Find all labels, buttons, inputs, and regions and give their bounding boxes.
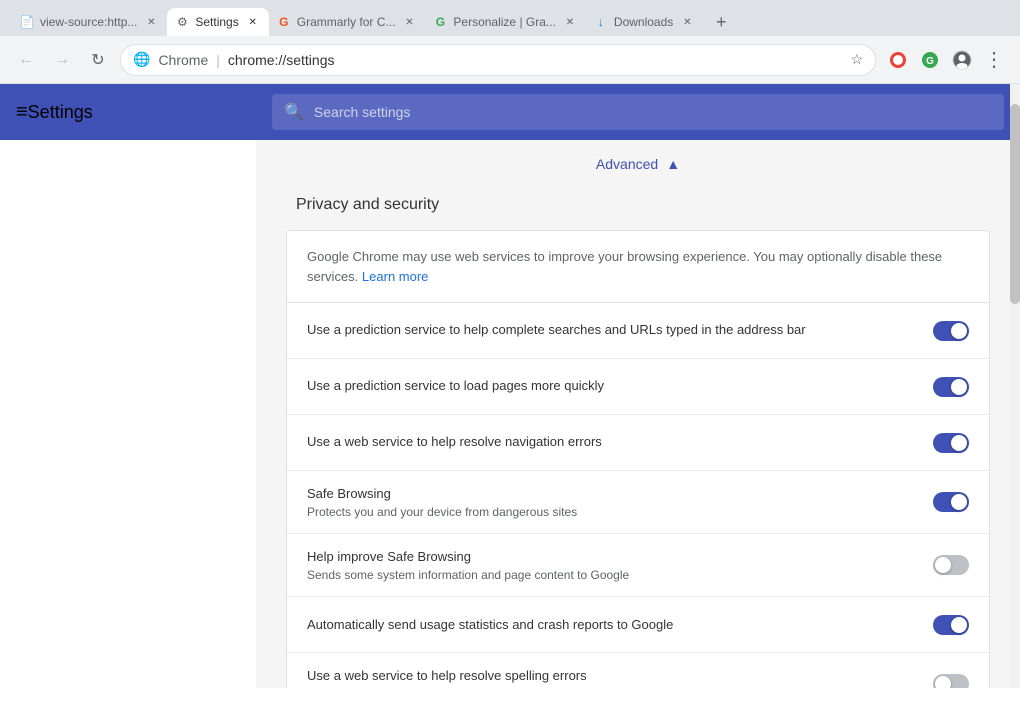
toggle-thumb-prediction-search	[951, 323, 967, 339]
main-content: 🔍 Advanced ▲ Privacy and security Google…	[256, 84, 1020, 688]
tab-favicon-downloads: ↓	[594, 15, 608, 29]
setting-text-spelling-errors: Use a web service to help resolve spelli…	[307, 667, 917, 688]
toggle-prediction-search[interactable]	[933, 321, 969, 341]
setting-label-prediction-pages: Use a prediction service to load pages m…	[307, 377, 917, 395]
toggle-help-safe-browsing[interactable]	[933, 555, 969, 575]
sidebar-title: Settings	[28, 102, 93, 123]
toggle-safe-browsing[interactable]	[933, 492, 969, 512]
setting-text-help-safe-browsing: Help improve Safe Browsing Sends some sy…	[307, 548, 917, 582]
site-info-icon: 🌐	[133, 51, 150, 68]
setting-row-prediction-search: Use a prediction service to help complet…	[287, 303, 989, 359]
setting-row-spelling-errors: Use a web service to help resolve spelli…	[287, 653, 989, 688]
tab-bar: 📄 view-source:http... ✕ ⚙ Settings ✕ G G…	[8, 0, 1012, 36]
search-icon: 🔍	[284, 102, 304, 122]
setting-row-help-safe-browsing: Help improve Safe Browsing Sends some sy…	[287, 534, 989, 597]
extension2-icon[interactable]: G	[916, 46, 944, 74]
address-bar: ← → ↻ 🌐 Chrome | chrome://settings ☆ G	[0, 36, 1020, 84]
svg-text:G: G	[926, 56, 934, 67]
title-bar: — □ ✕ 📄 view-source:http... ✕ ⚙ Settings…	[0, 0, 1020, 36]
setting-row-prediction-pages: Use a prediction service to load pages m…	[287, 359, 989, 415]
setting-text-nav-errors: Use a web service to help resolve naviga…	[307, 433, 917, 451]
url-text: chrome://settings	[228, 52, 843, 68]
tab-favicon-viewsource: 📄	[20, 15, 34, 29]
learn-more-link[interactable]: Learn more	[362, 269, 428, 284]
tab-close-downloads[interactable]: ✕	[679, 14, 695, 30]
toggle-thumb-prediction-pages	[951, 379, 967, 395]
tab-close-settings[interactable]: ✕	[245, 14, 261, 30]
tab-favicon-settings: ⚙	[175, 15, 189, 29]
setting-row-usage-stats: Automatically send usage statistics and …	[287, 597, 989, 653]
toggle-thumb-nav-errors	[951, 435, 967, 451]
toggle-thumb-spelling-errors	[935, 676, 951, 688]
star-icon[interactable]: ☆	[850, 51, 863, 68]
search-input[interactable]	[314, 104, 992, 120]
sidebar-header: ≡ Settings	[0, 84, 256, 140]
tab-downloads[interactable]: ↓ Downloads ✕	[586, 8, 703, 36]
setting-sublabel-safe-browsing: Protects you and your device from danger…	[307, 505, 917, 519]
tab-viewsource[interactable]: 📄 view-source:http... ✕	[12, 8, 167, 36]
setting-label-safe-browsing: Safe Browsing	[307, 485, 917, 503]
scrollbar-thumb[interactable]	[1010, 104, 1020, 304]
setting-label-usage-stats: Automatically send usage statistics and …	[307, 616, 917, 634]
advanced-label: Advanced	[596, 156, 658, 172]
tab-favicon-grammarly: G	[277, 15, 291, 29]
setting-sublabel-help-safe-browsing: Sends some system information and page c…	[307, 568, 917, 582]
tab-label-grammarly: Grammarly for C...	[297, 15, 396, 29]
address-input[interactable]: 🌐 Chrome | chrome://settings ☆	[120, 44, 876, 76]
toggle-spelling-errors[interactable]	[933, 674, 969, 688]
search-bar[interactable]: 🔍	[272, 94, 1004, 130]
privacy-settings-card: Google Chrome may use web services to im…	[286, 230, 990, 688]
settings-wrapper: ≡ Settings 🔍 Advanced ▲ Privacy and secu…	[0, 84, 1020, 688]
info-block: Google Chrome may use web services to im…	[287, 231, 989, 303]
toggle-thumb-safe-browsing	[951, 494, 967, 510]
toggle-thumb-help-safe-browsing	[935, 557, 951, 573]
tab-favicon-personalize: G	[433, 15, 447, 29]
browser-label: Chrome	[158, 52, 208, 68]
setting-row-nav-errors: Use a web service to help resolve naviga…	[287, 415, 989, 471]
forward-button[interactable]: →	[48, 46, 76, 74]
menu-icon[interactable]: ⋮	[980, 46, 1008, 74]
search-header: 🔍	[256, 84, 1020, 140]
setting-row-safe-browsing: Safe Browsing Protects you and your devi…	[287, 471, 989, 534]
tab-close-viewsource[interactable]: ✕	[143, 14, 159, 30]
setting-text-prediction-search: Use a prediction service to help complet…	[307, 321, 917, 339]
tab-label-downloads: Downloads	[614, 15, 673, 29]
setting-text-usage-stats: Automatically send usage statistics and …	[307, 616, 917, 634]
toggle-usage-stats[interactable]	[933, 615, 969, 635]
scrollbar-track	[1010, 84, 1020, 688]
tab-grammarly[interactable]: G Grammarly for C... ✕	[269, 8, 426, 36]
back-button[interactable]: ←	[12, 46, 40, 74]
tab-label-personalize: Personalize | Gra...	[453, 15, 556, 29]
tab-close-personalize[interactable]: ✕	[562, 14, 578, 30]
tab-settings[interactable]: ⚙ Settings ✕	[167, 8, 268, 36]
tab-label-viewsource: view-source:http...	[40, 15, 137, 29]
sidebar: ≡ Settings	[0, 84, 256, 688]
toolbar-icons: G ⋮	[884, 46, 1008, 74]
new-tab-button[interactable]: +	[707, 8, 735, 36]
content-area: Advanced ▲ Privacy and security Google C…	[256, 140, 1020, 688]
privacy-section-title: Privacy and security	[256, 188, 1020, 230]
sidebar-menu-icon[interactable]: ≡	[16, 101, 28, 124]
url-separator: |	[216, 52, 220, 68]
setting-label-help-safe-browsing: Help improve Safe Browsing	[307, 548, 917, 566]
tab-personalize[interactable]: G Personalize | Gra... ✕	[425, 8, 586, 36]
setting-label-nav-errors: Use a web service to help resolve naviga…	[307, 433, 917, 451]
setting-label-spelling-errors: Use a web service to help resolve spelli…	[307, 667, 917, 685]
advanced-icon: ▲	[666, 156, 680, 172]
setting-label-prediction-search: Use a prediction service to help complet…	[307, 321, 917, 339]
advanced-toggle[interactable]: Advanced ▲	[256, 140, 1020, 188]
toggle-nav-errors[interactable]	[933, 433, 969, 453]
setting-text-safe-browsing: Safe Browsing Protects you and your devi…	[307, 485, 917, 519]
tab-label-settings: Settings	[195, 15, 238, 29]
reload-button[interactable]: ↻	[84, 46, 112, 74]
toggle-prediction-pages[interactable]	[933, 377, 969, 397]
setting-text-prediction-pages: Use a prediction service to load pages m…	[307, 377, 917, 395]
extension1-icon[interactable]	[884, 46, 912, 74]
toggle-thumb-usage-stats	[951, 617, 967, 633]
profile-icon[interactable]	[948, 46, 976, 74]
tab-close-grammarly[interactable]: ✕	[401, 14, 417, 30]
